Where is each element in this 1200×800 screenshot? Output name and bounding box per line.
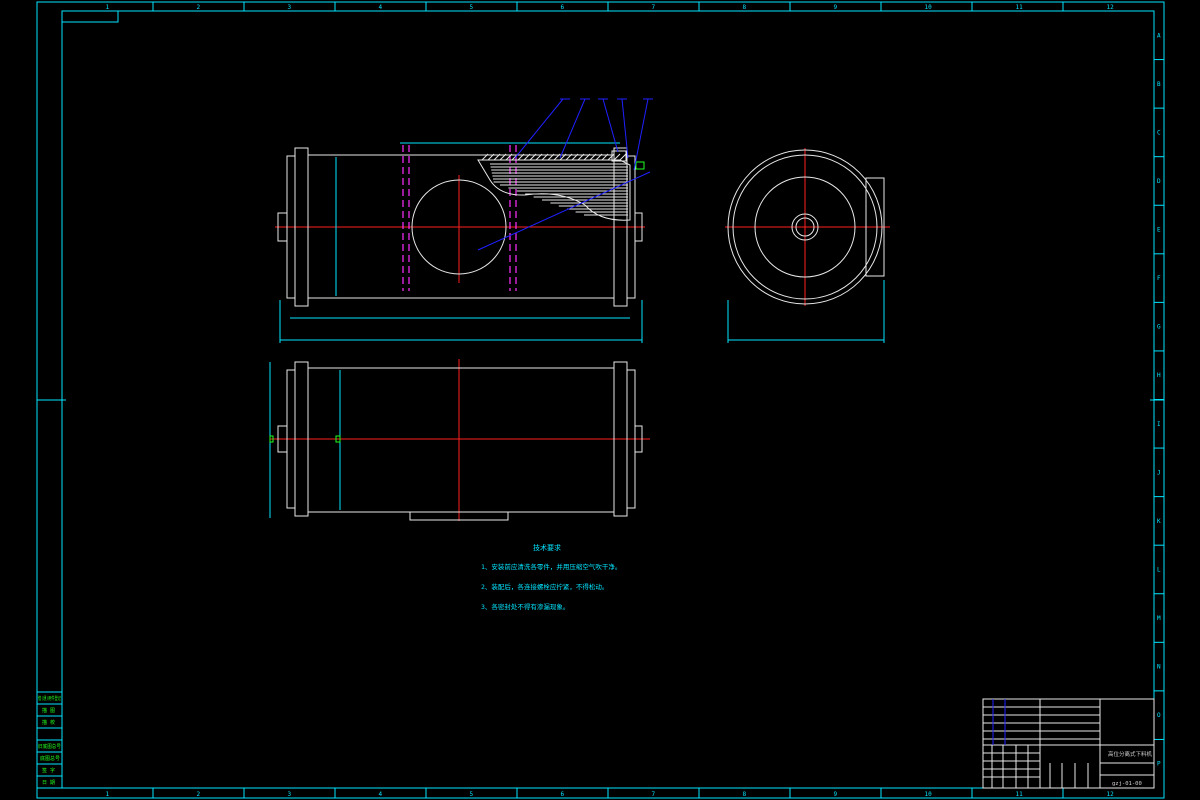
column-label-bottom: 5 [470, 791, 474, 798]
row-label: N [1157, 664, 1161, 671]
column-label-top: 4 [379, 4, 383, 11]
cad-drawing: 112233445566778899101011111212 ABCDEFGHI… [36, 1, 1165, 799]
side-label-7: 日 期 [42, 780, 55, 786]
column-label-bottom: 10 [925, 791, 933, 798]
notes-title: 技术要求 [533, 543, 561, 552]
side-label-4: 旧底图总号 [38, 743, 61, 750]
column-label-bottom: 8 [743, 791, 747, 798]
side-label-2: 描 图 [42, 707, 55, 714]
drawing-border [36, 1, 1165, 799]
row-label: M [1157, 615, 1161, 622]
row-label: O [1157, 712, 1161, 719]
column-label-bottom: 9 [834, 791, 838, 798]
side-block: 借(通)用件登记 描 图 描 校 旧底图总号 底图总号 签 字 日 期 [36, 691, 63, 789]
column-label-top: 9 [834, 4, 838, 11]
side-label-3: 描 校 [42, 719, 55, 726]
column-label-top: 12 [1107, 4, 1115, 11]
row-label: K [1157, 518, 1161, 525]
row-label: E [1157, 227, 1161, 234]
row-label: H [1157, 372, 1161, 379]
column-label-bottom: 3 [288, 791, 292, 798]
row-label: J [1157, 469, 1161, 476]
row-label: F [1157, 275, 1161, 282]
column-label-top: 11 [1016, 4, 1024, 11]
column-label-bottom: 6 [561, 791, 565, 798]
front-view [275, 142, 645, 343]
column-label-top: 10 [925, 4, 933, 11]
column-label-bottom: 1 [106, 791, 110, 798]
column-label-bottom: 11 [1016, 791, 1024, 798]
column-label-bottom: 4 [379, 791, 383, 798]
column-label-bottom: 2 [197, 791, 201, 798]
row-label: L [1157, 566, 1161, 573]
column-label-top: 3 [288, 4, 292, 11]
section-hatch [481, 153, 628, 216]
column-label-top: 6 [561, 4, 565, 11]
row-label: B [1157, 81, 1161, 88]
technical-notes: 技术要求 1、安装前应清洗各零件，并用压缩空气吹干净。 2、装配后，各连接螺栓应… [481, 543, 621, 611]
note-item-3: 3、各密封处不得有渗漏现象。 [481, 602, 569, 611]
side-label-1: 借(通)用件登记 [38, 695, 61, 702]
row-label: G [1157, 324, 1161, 331]
column-label-top: 1 [106, 4, 110, 11]
title-block: 高位分离式下料机 gzj-01-00 [982, 698, 1155, 789]
side-label-5: 底图总号 [40, 755, 60, 762]
column-label-top: 7 [652, 4, 656, 11]
drawing-name: 高位分离式下料机 [1108, 750, 1153, 758]
top-view [269, 359, 650, 521]
drawing-number: gzj-01-00 [1112, 781, 1142, 787]
row-label: I [1157, 421, 1161, 428]
side-label-6: 签 字 [42, 767, 55, 774]
note-item-2: 2、装配后，各连接螺栓应拧紧，不得松动。 [481, 582, 608, 591]
column-label-bottom: 12 [1107, 791, 1115, 798]
row-label: A [1157, 32, 1161, 39]
row-label: D [1157, 178, 1161, 185]
note-item-1: 1、安装前应清洗各零件，并用压缩空气吹干净。 [481, 562, 621, 571]
row-zones: A B C D E F G H I J K L M N O P [1154, 32, 1164, 768]
side-view [725, 148, 890, 343]
column-label-bottom: 7 [652, 791, 656, 798]
column-label-top: 8 [743, 4, 747, 11]
row-label: P [1157, 761, 1161, 768]
column-label-top: 5 [470, 4, 474, 11]
row-label: C [1157, 129, 1161, 136]
column-label-top: 2 [197, 4, 201, 11]
